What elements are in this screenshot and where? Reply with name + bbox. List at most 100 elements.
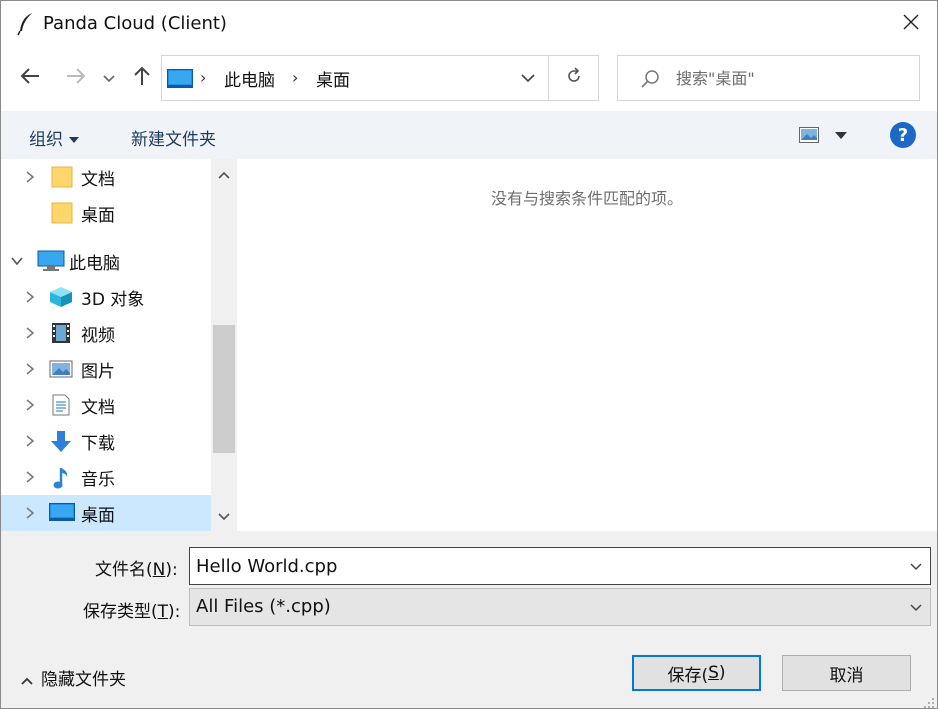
tree-item-downloads[interactable]: 下载 — [1, 423, 211, 459]
navigation-pane: 文档 桌面 此电脑 3D 对象 视频 图片 文档 下载 音乐 桌面 — [1, 159, 237, 531]
chevron-right-icon[interactable] — [23, 469, 37, 485]
filename-input[interactable] — [196, 554, 886, 578]
back-button[interactable] — [17, 63, 43, 93]
arrow-up-icon — [133, 66, 151, 91]
chevron-right-icon[interactable] — [23, 169, 37, 185]
search-icon — [640, 69, 660, 89]
desktop-icon — [167, 69, 193, 88]
address-bar[interactable]: › 此电脑 › 桌面 — [161, 55, 599, 101]
refresh-button[interactable] — [549, 56, 598, 100]
tree-item-label: 桌面 — [81, 506, 115, 526]
refresh-icon — [565, 66, 583, 90]
view-thumbnail-icon — [799, 127, 819, 148]
save-dialog: Panda Cloud (Client) › 此电脑 › 桌面 搜索"桌面" 组… — [0, 0, 938, 709]
help-button[interactable]: ? — [890, 122, 916, 148]
filetype-label-text: 保存类型( — [83, 602, 158, 622]
tree-item-desktop-quick[interactable]: 桌面 — [1, 195, 211, 231]
filetype-label-accesskey: T — [157, 602, 169, 622]
close-button[interactable] — [891, 5, 931, 43]
chevron-down-icon — [910, 597, 922, 617]
tree-item-label: 文档 — [81, 170, 115, 190]
tree-item-3d-objects[interactable]: 3D 对象 — [1, 279, 211, 315]
filetype-select[interactable]: All Files (*.cpp) — [189, 588, 931, 626]
up-button[interactable] — [129, 63, 155, 93]
breadcrumb-desktop[interactable]: 桌面 — [316, 66, 350, 91]
organize-label: 组织 — [29, 130, 63, 150]
filename-label-suffix: ): — [165, 560, 178, 580]
chevron-right-icon[interactable] — [23, 289, 37, 305]
tree-item-label: 此电脑 — [69, 254, 120, 274]
filetype-label-suffix: ): — [168, 602, 181, 622]
tree-item-label: 桌面 — [81, 206, 115, 226]
title-bar: Panda Cloud (Client) — [1, 1, 937, 47]
tree-item-documents-quick[interactable]: 文档 — [1, 159, 211, 195]
scroll-down-button[interactable] — [211, 501, 237, 531]
tree-item-label: 下载 — [81, 434, 115, 454]
chevron-down-icon[interactable] — [9, 253, 23, 269]
tree-item-label: 音乐 — [81, 470, 115, 490]
arrow-left-icon — [20, 67, 40, 90]
chevron-down-icon — [910, 556, 922, 576]
caret-down-icon — [835, 132, 847, 139]
recent-locations-button[interactable] — [99, 63, 119, 93]
computer-icon — [37, 250, 65, 272]
address-history-button[interactable] — [508, 56, 548, 100]
tree-item-desktop[interactable]: 桌面 — [1, 495, 211, 531]
command-bar: 组织 新建文件夹 ? — [1, 111, 937, 159]
filetype-dropdown-button[interactable] — [906, 597, 926, 617]
change-view-button[interactable] — [797, 125, 853, 147]
chevron-right-icon[interactable] — [23, 433, 37, 449]
tree-item-documents[interactable]: 文档 — [1, 387, 211, 423]
chevron-right-icon[interactable] — [23, 505, 37, 521]
download-icon — [49, 430, 73, 452]
chevron-down-icon — [218, 506, 230, 526]
chevron-right-icon[interactable] — [23, 325, 37, 341]
save-accesskey: S — [708, 663, 719, 683]
folder-icon — [51, 202, 75, 224]
chevron-right-icon[interactable] — [23, 397, 37, 413]
scroll-thumb[interactable] — [213, 325, 235, 453]
video-icon — [51, 322, 75, 344]
tree-item-pictures[interactable]: 图片 — [1, 351, 211, 387]
tree-item-this-pc[interactable]: 此电脑 — [1, 243, 211, 279]
chevron-up-icon — [21, 670, 33, 690]
organize-button[interactable]: 组织 — [29, 125, 79, 150]
hide-folders-label: 隐藏文件夹 — [41, 670, 126, 690]
empty-message: 没有与搜索条件匹配的项。 — [490, 189, 683, 208]
feather-icon — [17, 12, 35, 36]
forward-button[interactable] — [63, 63, 89, 93]
filename-dropdown-button[interactable] — [906, 556, 926, 576]
chevron-down-icon — [521, 68, 535, 88]
caret-down-icon — [69, 137, 79, 143]
tree-item-videos[interactable]: 视频 — [1, 315, 211, 351]
picture-icon — [49, 358, 73, 380]
hide-folders-toggle[interactable]: 隐藏文件夹 — [21, 665, 126, 690]
folder-icon — [51, 166, 75, 188]
chevron-up-icon — [218, 164, 230, 184]
filename-label: 文件名(N): — [95, 555, 178, 580]
resize-grip-icon[interactable] — [923, 694, 935, 708]
save-button[interactable]: 保存(S) — [632, 655, 761, 691]
desktop-icon — [49, 502, 75, 524]
arrow-right-icon — [66, 67, 86, 90]
file-list[interactable]: 没有与搜索条件匹配的项。 — [237, 159, 937, 531]
breadcrumb-separator: › — [292, 68, 299, 87]
chevron-right-icon[interactable] — [23, 361, 37, 377]
filetype-value: All Files (*.cpp) — [196, 596, 331, 617]
cancel-button[interactable]: 取消 — [782, 655, 911, 691]
search-input[interactable] — [676, 66, 906, 90]
window-title: Panda Cloud (Client) — [43, 13, 227, 34]
navigation-bar: › 此电脑 › 桌面 — [1, 47, 937, 111]
document-icon — [51, 394, 75, 416]
nav-scrollbar[interactable] — [211, 159, 237, 531]
filename-combo[interactable] — [189, 547, 931, 585]
scroll-up-button[interactable] — [211, 159, 237, 189]
save-form: 文件名(N): 保存类型(T): All Files (*.cpp) 隐藏文件夹 — [1, 531, 937, 708]
breadcrumb-this-pc[interactable]: 此电脑 — [224, 66, 275, 91]
search-box[interactable] — [617, 55, 920, 101]
tree-item-label: 文档 — [81, 398, 115, 418]
music-icon — [51, 466, 75, 489]
new-folder-button[interactable]: 新建文件夹 — [131, 125, 216, 150]
tree-item-music[interactable]: 音乐 — [1, 459, 211, 495]
filename-label-text: 文件名( — [95, 560, 153, 580]
